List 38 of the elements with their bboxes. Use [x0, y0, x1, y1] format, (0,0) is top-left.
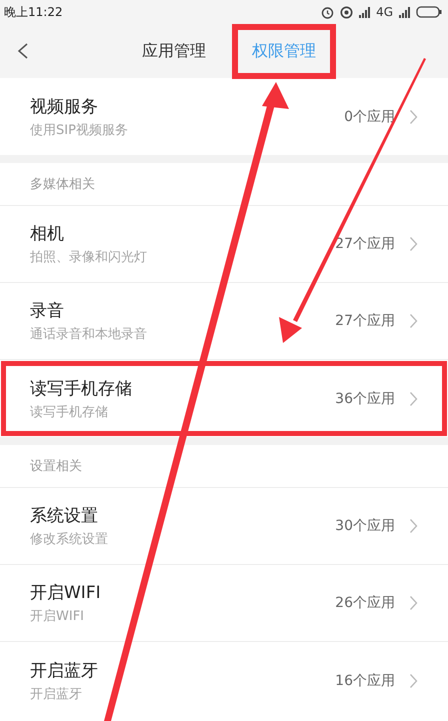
- permission-title: 开启蓝牙: [30, 660, 99, 682]
- permission-title: 视频服务: [30, 96, 99, 118]
- app-count: 27个应用: [335, 312, 395, 330]
- permission-title: 开启WIFI: [30, 582, 102, 604]
- app-count: 36个应用: [335, 390, 395, 408]
- network-type: 4G: [376, 5, 393, 19]
- permission-description: 读写手机存储: [30, 404, 109, 420]
- chevron-icon: [409, 672, 418, 688]
- back-icon[interactable]: [16, 42, 30, 60]
- app-count: 26个应用: [335, 594, 395, 612]
- chevron-icon: [409, 390, 418, 406]
- app-count: 16个应用: [335, 672, 395, 690]
- signal-icon: [359, 6, 370, 18]
- permission-title: 录音: [30, 300, 65, 322]
- permission-title: 相机: [30, 223, 65, 245]
- permission-description: 通话录音和本地录音: [30, 326, 148, 343]
- alarm-icon: [321, 6, 334, 18]
- circle-icon: [340, 6, 354, 18]
- permission-description: 使用SIP视频服务: [30, 122, 129, 138]
- app-count: 0个应用: [344, 108, 395, 126]
- chevron-icon: [409, 518, 418, 534]
- permission-row[interactable]: 读写手机存储 读写手机存储 36个应用: [0, 360, 448, 437]
- chevron-icon: [409, 236, 418, 252]
- chevron-icon: [409, 108, 418, 124]
- chevron-icon: [409, 595, 418, 611]
- permission-description: 开启蓝牙: [30, 686, 83, 702]
- app-count: 30个应用: [335, 517, 395, 535]
- permission-description: 开启WIFI: [30, 608, 85, 625]
- permission-description: 修改系统设置: [30, 531, 109, 548]
- chevron-icon: [409, 313, 418, 329]
- signal-icon: [399, 6, 410, 18]
- permission-description: 拍照、录像和闪光灯: [30, 249, 148, 266]
- battery-icon: [416, 6, 442, 18]
- permission-title: 读写手机存储: [30, 378, 133, 400]
- tab[interactable]: 应用管理: [125, 26, 223, 76]
- app-count: 27个应用: [335, 235, 395, 253]
- permission-title: 系统设置: [30, 505, 99, 527]
- status-time: 晚上11:22: [4, 4, 63, 20]
